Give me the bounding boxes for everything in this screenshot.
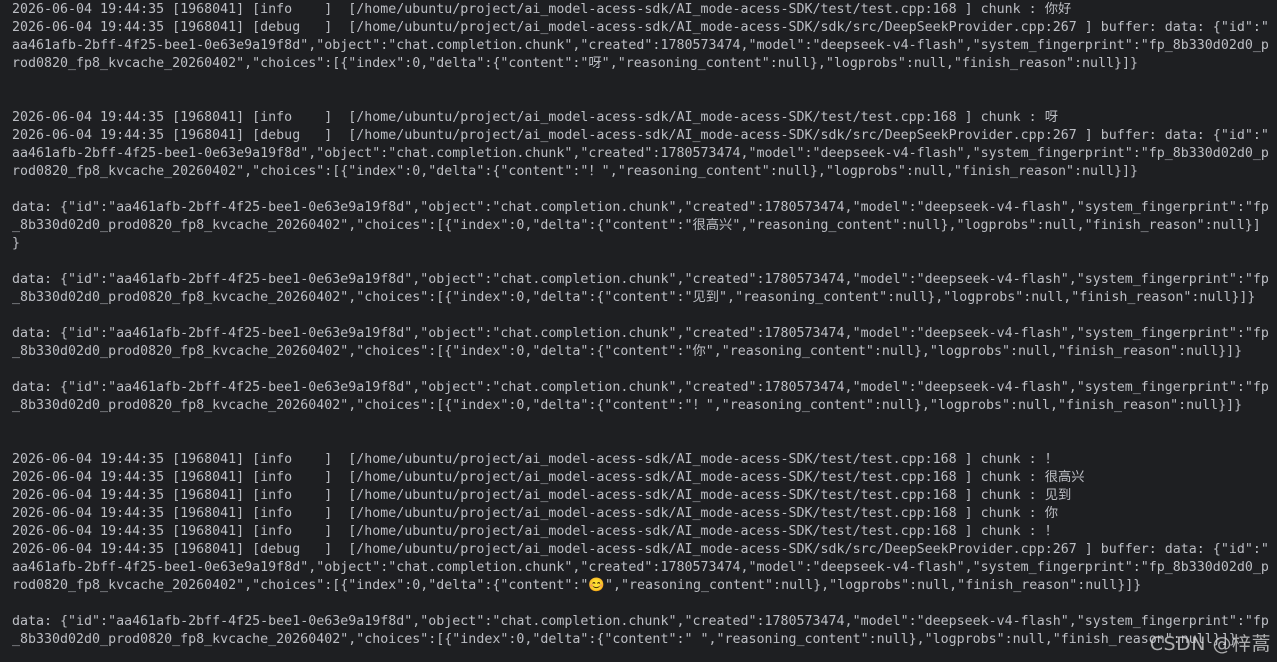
log-line: _8b330d02d0_prod0820_fp8_kvcache_2026040… xyxy=(12,290,1256,305)
log-line: rod0820_fp8_kvcache_20260402","choices":… xyxy=(12,56,1139,71)
terminal-output[interactable]: 2026-06-04 19:44:35 [1968041] [info ] [/… xyxy=(0,0,1277,662)
log-line: aa461afb-2bff-4f25-bee1-0e63e9a19f8d","o… xyxy=(12,146,1269,161)
log-line: rod0820_fp8_kvcache_20260402","choices":… xyxy=(12,164,1139,179)
log-line: _8b330d02d0_prod0820_fp8_kvcache_2026040… xyxy=(12,398,1243,413)
log-line: data: {"id":"aa461afb-2bff-4f25-bee1-0e6… xyxy=(12,272,1269,287)
log-line: data: {"id":"aa461afb-2bff-4f25-bee1-0e6… xyxy=(12,326,1269,341)
log-line: 2026-06-04 19:44:35 [1968041] [debug ] [… xyxy=(12,128,1269,143)
log-line: aa461afb-2bff-4f25-bee1-0e63e9a19f8d","o… xyxy=(12,38,1269,53)
log-line: 2026-06-04 19:44:35 [1968041] [info ] [/… xyxy=(12,110,1058,125)
log-line: aa461afb-2bff-4f25-bee1-0e63e9a19f8d","o… xyxy=(12,560,1269,575)
log-line: rod0820_fp8_kvcache_20260402","choices":… xyxy=(12,578,1142,593)
log-line: data: {"id":"aa461afb-2bff-4f25-bee1-0e6… xyxy=(12,614,1269,629)
log-line: 2026-06-04 19:44:35 [1968041] [info ] [/… xyxy=(12,524,1058,539)
log-line: 2026-06-04 19:44:35 [1968041] [info ] [/… xyxy=(12,470,1085,485)
log-line: _8b330d02d0_prod0820_fp8_kvcache_2026040… xyxy=(12,344,1243,359)
log-line: _8b330d02d0_prod0820_fp8_kvcache_2026040… xyxy=(12,632,1237,647)
log-line: 2026-06-04 19:44:35 [1968041] [debug ] [… xyxy=(12,20,1269,35)
log-line: 2026-06-04 19:44:35 [1968041] [info ] [/… xyxy=(12,506,1058,521)
log-line: 2026-06-04 19:44:35 [1968041] [info ] [/… xyxy=(12,452,1058,467)
log-line: 2026-06-04 19:44:35 [1968041] [debug ] [… xyxy=(12,542,1269,557)
log-line: } xyxy=(12,236,21,251)
log-line: 2026-06-04 19:44:35 [1968041] [info ] [/… xyxy=(12,2,1072,17)
log-line: _8b330d02d0_prod0820_fp8_kvcache_2026040… xyxy=(12,218,1261,233)
log-line: 2026-06-04 19:44:35 [1968041] [info ] [/… xyxy=(12,488,1072,503)
log-line: data: {"id":"aa461afb-2bff-4f25-bee1-0e6… xyxy=(12,200,1269,215)
log-line: data: {"id":"aa461afb-2bff-4f25-bee1-0e6… xyxy=(12,380,1269,395)
